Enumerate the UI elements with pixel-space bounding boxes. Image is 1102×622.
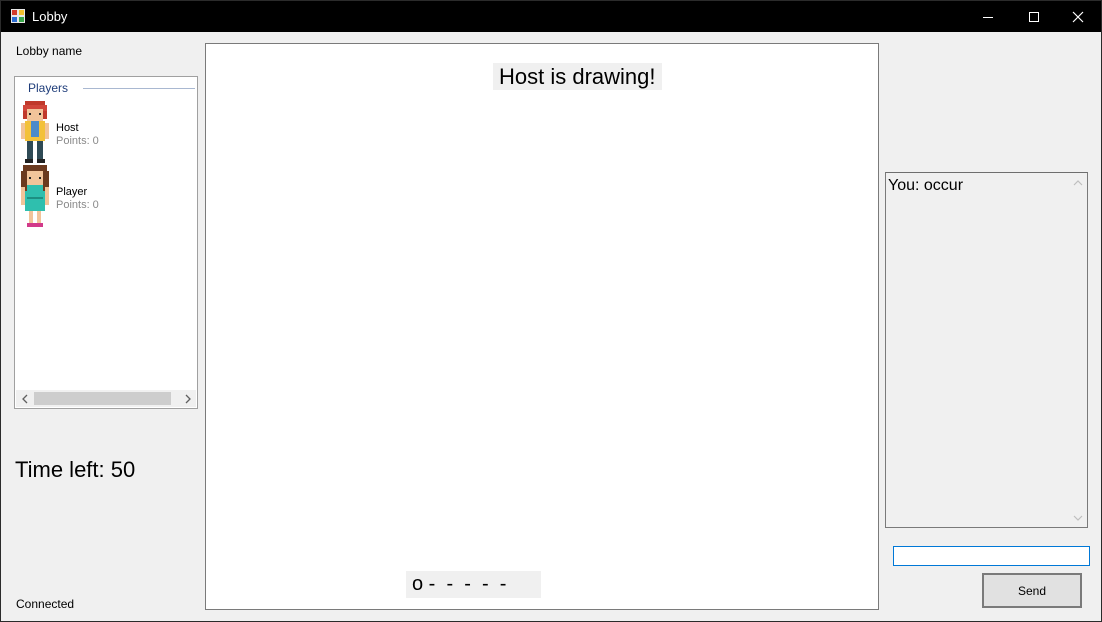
players-horizontal-scrollbar[interactable] (16, 390, 196, 407)
connection-status: Connected (16, 597, 75, 611)
drawing-canvas[interactable]: Host is drawing! o - - - - - (205, 43, 879, 610)
chat-log[interactable]: You: occur (885, 172, 1088, 528)
player-points: Points: 0 (56, 199, 99, 211)
close-button[interactable] (1055, 1, 1101, 32)
players-group-label: Players (24, 81, 73, 95)
send-button[interactable]: Send (982, 573, 1082, 608)
lobby-window: Lobby Lobby name Players Host Points: 0 … (0, 0, 1102, 622)
player-points: Points: 0 (56, 135, 99, 147)
scroll-left-arrow[interactable] (16, 390, 33, 407)
chevron-right-icon (185, 394, 191, 403)
player-item-host[interactable]: Host Points: 0 (19, 101, 194, 163)
time-left-label: Time left: 50 (15, 457, 136, 482)
app-icon (11, 9, 25, 23)
scroll-down-arrow[interactable] (1069, 509, 1086, 526)
scroll-right-arrow[interactable] (179, 390, 196, 407)
title-bar[interactable]: Lobby (1, 1, 1101, 32)
group-divider (83, 88, 195, 89)
player-name: Host (56, 122, 79, 134)
drawing-status: Host is drawing! (493, 63, 662, 90)
player-item-player[interactable]: Player Points: 0 (19, 165, 194, 227)
chat-input[interactable] (893, 546, 1090, 566)
chevron-up-icon (1073, 179, 1082, 185)
close-icon (1072, 11, 1084, 22)
scroll-up-arrow[interactable] (1069, 174, 1086, 191)
maximize-icon (1029, 11, 1039, 22)
red-haired-boy-avatar (21, 101, 49, 163)
minimize-button[interactable] (965, 1, 1011, 32)
player-name: Player (56, 186, 88, 198)
minimize-icon (983, 16, 993, 18)
chat-message: You: occur (888, 177, 964, 194)
window-title: Lobby (32, 9, 68, 24)
scroll-thumb[interactable] (34, 392, 171, 405)
chevron-left-icon (21, 394, 27, 403)
chevron-down-icon (1073, 515, 1082, 521)
chat-vertical-scrollbar[interactable] (1069, 174, 1086, 526)
brown-haired-girl-avatar (21, 165, 49, 227)
maximize-button[interactable] (1011, 1, 1057, 32)
word-hint: o - - - - - (406, 571, 541, 598)
lobby-name-label: Lobby name (16, 44, 83, 58)
players-group: Players Host Points: 0 Player Points: 0 (14, 76, 198, 409)
